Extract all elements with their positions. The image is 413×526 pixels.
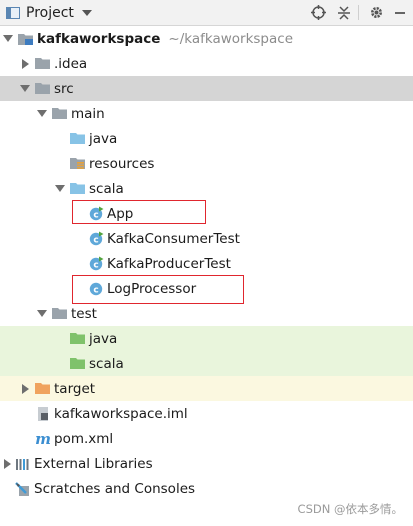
project-toolbar: Project	[0, 0, 413, 26]
project-view-selector[interactable]: Project	[0, 0, 92, 25]
expand-arrow-icon[interactable]	[19, 76, 31, 101]
tree-row-target[interactable]: target	[0, 376, 413, 401]
folder-icon	[35, 81, 51, 97]
panel-title: Project	[26, 4, 74, 21]
test-folder-icon	[70, 331, 86, 347]
maven-m-icon: m	[35, 431, 51, 447]
locate-crosshair-icon[interactable]	[309, 4, 327, 22]
tree-row-main[interactable]: main	[0, 101, 413, 126]
src-label: src	[54, 80, 74, 97]
collapse-all-icon[interactable]	[335, 4, 353, 22]
project-panel-icon	[6, 6, 20, 19]
scratches-icon	[15, 481, 31, 497]
expand-arrow-icon[interactable]	[54, 176, 66, 201]
expand-arrow-icon[interactable]	[1, 451, 13, 476]
library-bars-icon	[15, 456, 31, 472]
highlight-box-log-processor	[72, 275, 244, 304]
pom-label: pom.xml	[54, 430, 114, 447]
highlight-box-app	[72, 200, 206, 224]
folder-icon	[52, 306, 68, 322]
tree-row-pom[interactable]: m pom.xml	[0, 426, 413, 451]
root-name: kafkaworkspace	[37, 30, 161, 47]
resources-folder-icon	[70, 156, 86, 172]
tree-row-kafka-producer[interactable]: c KafkaProducerTest	[0, 251, 413, 276]
hide-minus-icon[interactable]	[391, 4, 409, 22]
tree-row-test-scala[interactable]: scala	[0, 351, 413, 376]
iml-file-icon	[35, 406, 51, 422]
tree-row-idea[interactable]: .idea	[0, 51, 413, 76]
expand-arrow-icon[interactable]	[19, 376, 31, 401]
tree-row-resources[interactable]: resources	[0, 151, 413, 176]
target-label: target	[54, 380, 96, 397]
resources-label: resources	[89, 155, 155, 172]
watermark: CSDN @依本多情。	[297, 502, 403, 516]
source-folder-icon	[70, 181, 86, 197]
expand-arrow-icon[interactable]	[36, 101, 48, 126]
tree-row-iml[interactable]: kafkaworkspace.iml	[0, 401, 413, 426]
kafka-producer-label: KafkaProducerTest	[107, 255, 231, 272]
excluded-folder-icon	[35, 381, 51, 397]
tree-row-test-java[interactable]: java	[0, 326, 413, 351]
root-path: ~/kafkaworkspace	[168, 30, 293, 47]
test-scala-label: scala	[89, 355, 124, 372]
tree-row-scratches[interactable]: Scratches and Consoles	[0, 476, 413, 501]
test-label: test	[71, 305, 97, 322]
tree-row-test[interactable]: test	[0, 301, 413, 326]
gear-icon[interactable]	[367, 4, 385, 22]
tree-row-root[interactable]: kafkaworkspace ~/kafkaworkspace	[0, 26, 413, 51]
scratches-label: Scratches and Consoles	[34, 480, 196, 497]
scala-class-icon: c	[88, 256, 104, 272]
source-folder-icon	[70, 131, 86, 147]
svg-text:c: c	[93, 260, 98, 270]
main-label: main	[71, 105, 105, 122]
expand-arrow-icon[interactable]	[36, 301, 48, 326]
svg-text:c: c	[93, 235, 98, 245]
tree-row-app[interactable]: c App	[0, 201, 413, 226]
iml-label: kafkaworkspace.iml	[54, 405, 188, 422]
svg-text:m: m	[35, 431, 51, 447]
scala-label: scala	[89, 180, 124, 197]
test-folder-icon	[70, 356, 86, 372]
idea-label: .idea	[54, 55, 88, 72]
main-java-label: java	[89, 130, 118, 147]
folder-icon	[52, 106, 68, 122]
tree-row-kafka-consumer[interactable]: c KafkaConsumerTest	[0, 226, 413, 251]
external-libraries-label: External Libraries	[34, 455, 153, 472]
toolbar-separator	[358, 5, 359, 20]
dropdown-arrow-icon[interactable]	[81, 9, 92, 16]
tree-row-external-libraries[interactable]: External Libraries	[0, 451, 413, 476]
expand-arrow-icon[interactable]	[2, 26, 14, 51]
tree-row-main-java[interactable]: java	[0, 126, 413, 151]
expand-arrow-icon[interactable]	[19, 51, 31, 76]
folder-icon	[35, 56, 51, 72]
tree-row-src-selected[interactable]: src	[0, 76, 413, 101]
module-folder-icon	[18, 31, 34, 47]
scala-class-icon: c	[88, 231, 104, 247]
kafka-consumer-label: KafkaConsumerTest	[107, 230, 240, 247]
test-java-label: java	[89, 330, 118, 347]
tree-row-scala[interactable]: scala	[0, 176, 413, 201]
